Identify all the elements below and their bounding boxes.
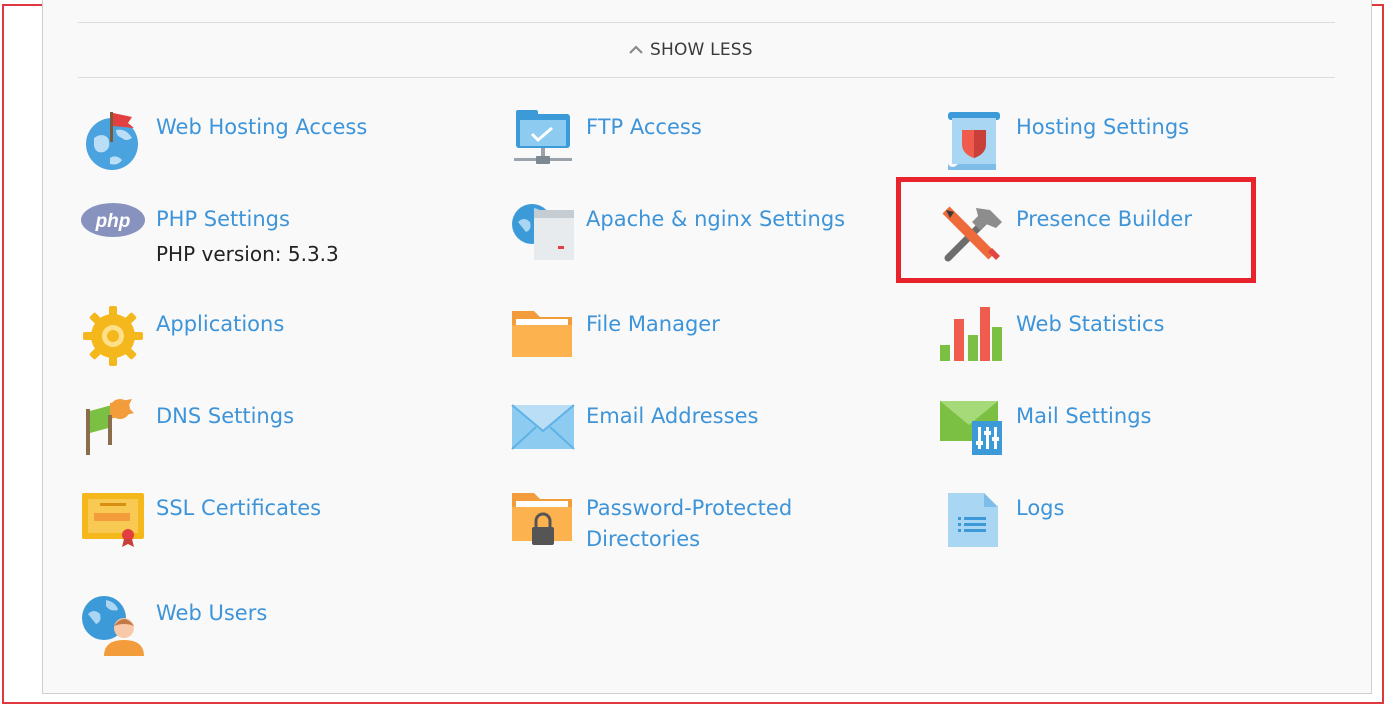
tool-label[interactable]: FTP Access [586, 112, 702, 143]
tool-label[interactable]: File Manager [586, 309, 720, 340]
tool-label[interactable]: Password-Protected Directories [586, 493, 846, 555]
tool-label[interactable]: Apache & nginx Settings [586, 204, 845, 235]
tool-web-statistics[interactable]: Web Statistics [940, 305, 1164, 371]
tool-label[interactable]: Hosting Settings [1016, 112, 1189, 143]
tool-password-protected-directories[interactable]: Password-Protected Directories [510, 489, 846, 555]
show-less-label: SHOW LESS [650, 40, 753, 60]
bar-chart-icon [940, 305, 1006, 371]
tool-ssl-certificates[interactable]: SSL Certificates [80, 489, 321, 555]
tool-hosting-settings[interactable]: Hosting Settings [940, 108, 1189, 174]
hosting-settings-scroll-shield-icon [940, 108, 1006, 174]
tool-label[interactable]: Logs [1016, 493, 1064, 524]
tool-dns-settings[interactable]: DNS Settings [80, 397, 294, 463]
mail-settings-envelope-sliders-icon [940, 397, 1006, 463]
tool-label[interactable]: DNS Settings [156, 401, 294, 432]
svg-text:php: php [95, 211, 131, 232]
tool-label[interactable]: Applications [156, 309, 284, 340]
tool-file-manager[interactable]: File Manager [510, 305, 720, 371]
tool-label[interactable]: Mail Settings [1016, 401, 1151, 432]
tool-web-users[interactable]: Web Users [80, 594, 267, 660]
tool-label[interactable]: Web Users [156, 598, 267, 629]
php-logo-icon: php [80, 200, 146, 266]
tool-web-hosting-access[interactable]: Web Hosting Access [80, 108, 367, 174]
tool-applications[interactable]: Applications [80, 305, 284, 371]
gear-icon [80, 305, 146, 371]
presence-builder-highlight-box [896, 177, 1256, 283]
chevron-up-icon [628, 44, 644, 56]
tool-apache-nginx-settings[interactable]: Apache & nginx Settings [510, 200, 845, 266]
globe-user-icon [80, 594, 146, 660]
globe-server-icon [510, 200, 576, 266]
tool-label[interactable]: Web Hosting Access [156, 112, 367, 143]
tool-logs[interactable]: Logs [940, 489, 1064, 555]
tool-label[interactable]: SSL Certificates [156, 493, 321, 524]
tool-ftp-access[interactable]: FTP Access [510, 108, 702, 174]
divider-bottom [78, 77, 1335, 78]
tool-mail-settings[interactable]: Mail Settings [940, 397, 1151, 463]
certificate-icon [80, 489, 146, 555]
tool-php-settings[interactable]: php PHP Settings PHP version: 5.3.3 [80, 200, 339, 269]
php-version-text: PHP version: 5.3.3 [156, 242, 339, 266]
tool-label[interactable]: PHP Settings [156, 204, 339, 235]
locked-folder-icon [510, 489, 576, 555]
dns-flags-icon [80, 397, 146, 463]
divider-top [78, 22, 1335, 23]
show-less-toggle[interactable]: SHOW LESS [628, 38, 753, 62]
log-document-icon [940, 489, 1006, 555]
tool-label[interactable]: Web Statistics [1016, 309, 1164, 340]
envelope-icon [510, 397, 576, 463]
folder-icon [510, 305, 576, 371]
ftp-folder-network-icon [510, 108, 576, 174]
tool-label[interactable]: Email Addresses [586, 401, 758, 432]
tool-email-addresses[interactable]: Email Addresses [510, 397, 758, 463]
globe-flag-icon [80, 108, 146, 174]
